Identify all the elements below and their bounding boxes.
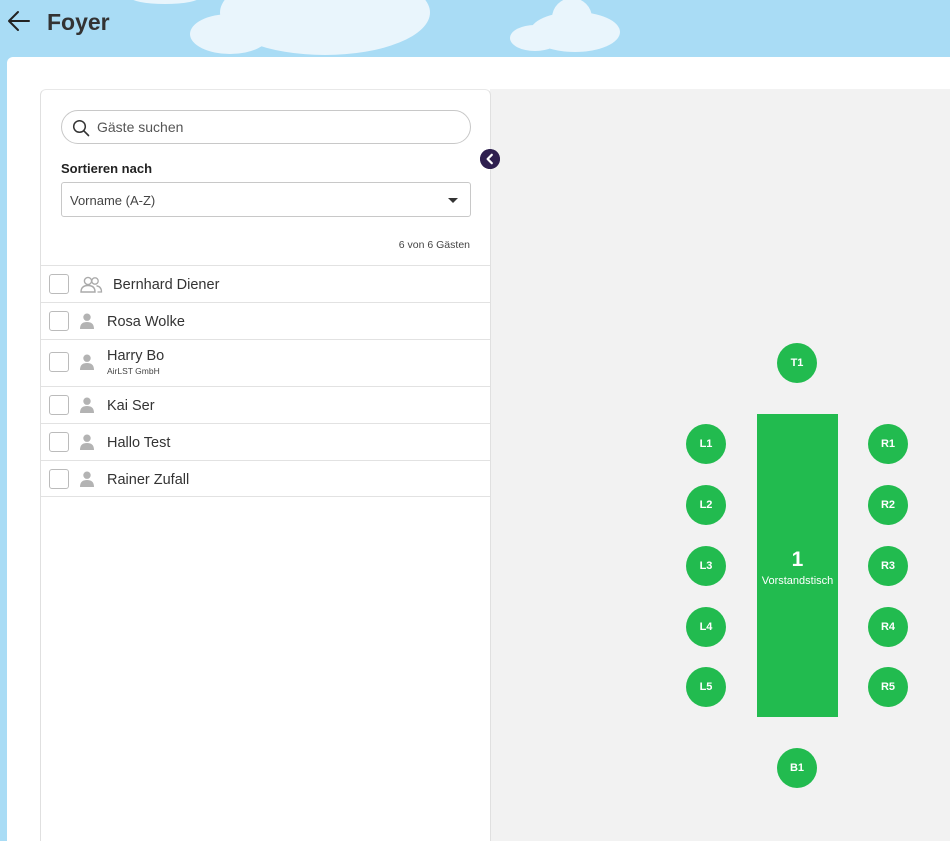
guest-name: Harry Bo (107, 348, 165, 364)
guest-checkbox[interactable] (49, 432, 69, 452)
seat-right[interactable]: R3 (868, 546, 908, 586)
list-item[interactable]: Bernhard Diener (41, 265, 490, 302)
guest-name: Rainer Zufall (107, 472, 190, 488)
table-number: 1 (791, 548, 804, 571)
seat-right[interactable]: R4 (868, 607, 908, 647)
list-item[interactable]: Rainer Zufall (41, 460, 490, 497)
seating-canvas (490, 89, 950, 841)
search-input[interactable] (97, 112, 457, 142)
search-box (61, 110, 471, 144)
seat-left[interactable]: L2 (686, 485, 726, 525)
guest-checkbox[interactable] (49, 395, 69, 415)
seat-left[interactable]: L4 (686, 607, 726, 647)
guest-checkbox[interactable] (49, 274, 69, 294)
list-item[interactable]: Kai Ser (41, 386, 490, 423)
guest-sidebar: Sortieren nach Vorname (A-Z) 6 von 6 Gäs… (40, 89, 491, 841)
page-title: Foyer (47, 9, 110, 35)
person-icon (80, 397, 94, 413)
guest-checkbox[interactable] (49, 469, 69, 489)
seat-left[interactable]: L5 (686, 667, 726, 707)
guest-company: AirLST GmbH (107, 366, 160, 376)
list-item[interactable]: Rosa Wolke (41, 302, 490, 339)
page-header: Foyer (0, 0, 950, 56)
search-icon (72, 119, 90, 137)
seat-right[interactable]: R5 (868, 667, 908, 707)
seat-top[interactable]: T1 (777, 343, 817, 383)
table-vorstandstisch[interactable]: 1 Vorstandstisch (757, 414, 838, 717)
sort-selected-value: Vorname (A-Z) (70, 193, 156, 208)
guest-name: Kai Ser (107, 398, 155, 414)
person-icon (80, 471, 94, 487)
list-item[interactable]: Hallo Test (41, 423, 490, 460)
seat-bottom[interactable]: B1 (777, 748, 817, 788)
caret-down-icon (448, 198, 458, 203)
person-icon (80, 354, 94, 370)
seat-left[interactable]: L3 (686, 546, 726, 586)
table-name: Vorstandstisch (761, 575, 834, 587)
guest-name: Hallo Test (107, 435, 171, 451)
person-icon (80, 313, 94, 329)
chevron-left-icon[interactable] (480, 149, 500, 169)
guest-count: 6 von 6 Gästen (398, 239, 470, 251)
seat-right[interactable]: R2 (868, 485, 908, 525)
guest-list: Bernhard Diener Rosa Wolke Harry Bo AirL… (41, 265, 490, 497)
guest-checkbox[interactable] (49, 311, 69, 331)
person-icon (80, 434, 94, 450)
sort-label: Sortieren nach (61, 161, 153, 176)
arrow-left-icon[interactable] (6, 8, 32, 34)
guest-checkbox[interactable] (49, 352, 69, 372)
seat-right[interactable]: R1 (868, 424, 908, 464)
guest-name: Bernhard Diener (113, 277, 220, 293)
guest-name: Rosa Wolke (107, 314, 185, 330)
list-item[interactable]: Harry Bo AirLST GmbH (41, 339, 490, 386)
group-icon (80, 276, 103, 293)
seat-left[interactable]: L1 (686, 424, 726, 464)
sort-select[interactable]: Vorname (A-Z) (61, 182, 471, 217)
